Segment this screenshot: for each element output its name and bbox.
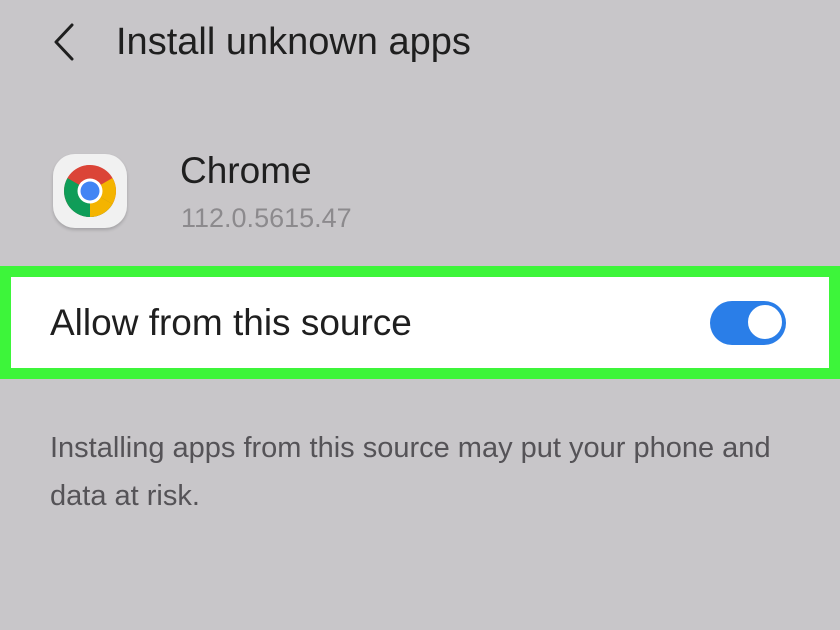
back-button[interactable] [42, 20, 86, 64]
allow-from-source-row[interactable]: Allow from this source [11, 277, 829, 368]
app-version: 112.0.5615.47 [181, 203, 352, 233]
app-bar: Install unknown apps [0, 0, 840, 90]
app-icon-container [53, 154, 127, 228]
app-name: Chrome [180, 150, 312, 191]
page-title: Install unknown apps [116, 21, 471, 63]
allow-from-source-label: Allow from this source [50, 302, 412, 343]
app-info: Chrome 112.0.5615.47 [0, 140, 840, 250]
switch-knob [746, 303, 784, 341]
chevron-left-icon [54, 23, 74, 61]
allow-from-source-switch[interactable] [710, 301, 786, 345]
chrome-icon [64, 165, 116, 217]
risk-warning-text: Installing apps from this source may put… [50, 432, 771, 512]
